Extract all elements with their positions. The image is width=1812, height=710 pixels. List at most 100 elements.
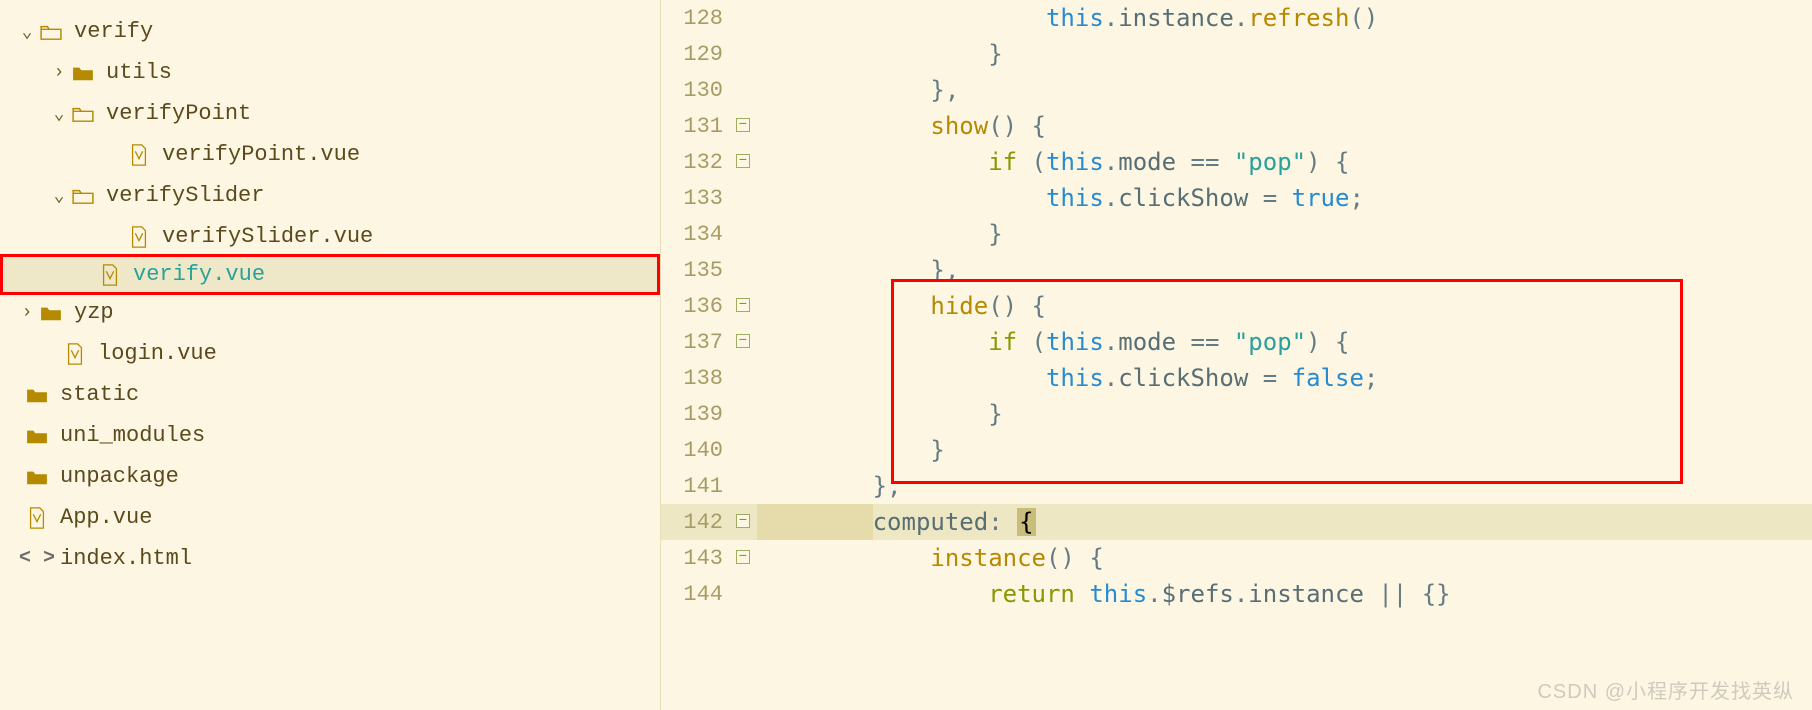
line-number: 129: [661, 42, 729, 67]
tree-item-unpackage[interactable]: unpackage: [0, 456, 660, 497]
code-content[interactable]: }: [757, 36, 1812, 72]
code-line[interactable]: 135 },: [661, 252, 1812, 288]
tree-item-main[interactable]: › main: [0, 0, 660, 11]
tree-item-verifyslider[interactable]: ⌄ verifySlider: [0, 175, 660, 216]
code-line[interactable]: 132− if (this.mode == "pop") {: [661, 144, 1812, 180]
tree-item-login-vue[interactable]: login.vue: [0, 333, 660, 374]
line-number: 132: [661, 150, 729, 175]
line-number: 142: [661, 510, 729, 535]
code-line[interactable]: 140 }: [661, 432, 1812, 468]
code-content[interactable]: this.instance.refresh(): [757, 0, 1812, 36]
tree-item-label: main: [98, 0, 151, 3]
chevron-down-icon[interactable]: ⌄: [16, 21, 38, 43]
code-line[interactable]: 136− hide() {: [661, 288, 1812, 324]
tree-item-label: verifyPoint: [106, 101, 251, 126]
code-content[interactable]: if (this.mode == "pop") {: [757, 144, 1812, 180]
chevron-down-icon[interactable]: ⌄: [48, 103, 70, 125]
code-content[interactable]: show() {: [757, 108, 1812, 144]
fold-open-icon[interactable]: −: [729, 547, 757, 570]
code-line[interactable]: 139 }: [661, 396, 1812, 432]
line-number: 138: [661, 366, 729, 391]
folder-closed-icon: [70, 64, 96, 82]
code-line[interactable]: 137− if (this.mode == "pop") {: [661, 324, 1812, 360]
line-number: 137: [661, 330, 729, 355]
fold-open-icon[interactable]: −: [729, 295, 757, 318]
tree-item-label: unpackage: [60, 464, 179, 489]
line-number: 136: [661, 294, 729, 319]
code-content[interactable]: return this.$refs.instance || {}: [757, 576, 1812, 612]
code-line[interactable]: 128 this.instance.refresh(): [661, 0, 1812, 36]
tree-item-label: static: [60, 382, 139, 407]
code-line[interactable]: 141 },: [661, 468, 1812, 504]
code-content[interactable]: if (this.mode == "pop") {: [757, 324, 1812, 360]
code-line[interactable]: 131− show() {: [661, 108, 1812, 144]
tree-item-yzp[interactable]: › yzp: [0, 292, 660, 333]
line-number: 144: [661, 582, 729, 607]
fold-open-icon[interactable]: −: [729, 511, 757, 534]
vue-file-icon: [24, 507, 50, 529]
code-content[interactable]: },: [757, 468, 1812, 504]
chevron-right-icon[interactable]: ›: [16, 303, 38, 323]
tree-item-verifypoint-vue[interactable]: verifyPoint.vue: [0, 134, 660, 175]
code-content[interactable]: computed: {: [757, 504, 1812, 540]
code-content[interactable]: this.clickShow = false;: [757, 360, 1812, 396]
code-content[interactable]: }: [757, 432, 1812, 468]
folder-open-icon: [38, 23, 64, 41]
code-content[interactable]: }: [757, 216, 1812, 252]
tree-item-label: index.html: [60, 546, 192, 571]
code-content[interactable]: }: [757, 396, 1812, 432]
tree-item-utils[interactable]: › utils: [0, 52, 660, 93]
tree-item-static[interactable]: static: [0, 374, 660, 415]
tree-item-label: verify.vue: [133, 262, 265, 287]
line-number: 143: [661, 546, 729, 571]
code-line[interactable]: 143− instance() {: [661, 540, 1812, 576]
code-line[interactable]: 130 },: [661, 72, 1812, 108]
vue-file-icon: [126, 144, 152, 166]
code-content[interactable]: hide() {: [757, 288, 1812, 324]
folder-closed-icon: [24, 386, 50, 404]
tree-item-label: verify: [74, 19, 153, 44]
line-number: 131: [661, 114, 729, 139]
tree-item-verify-vue[interactable]: verify.vue: [0, 254, 660, 295]
code-line[interactable]: 144 return this.$refs.instance || {}: [661, 576, 1812, 612]
code-content[interactable]: },: [757, 72, 1812, 108]
code-content[interactable]: this.clickShow = true;: [757, 180, 1812, 216]
tree-item-label: utils: [106, 60, 172, 85]
code-line[interactable]: 142− computed: {: [661, 504, 1812, 540]
code-editor[interactable]: 128 this.instance.refresh()129 }130 },13…: [661, 0, 1812, 710]
folder-closed-icon: [24, 468, 50, 486]
line-number: 141: [661, 474, 729, 499]
watermark-text: CSDN @小程序开发找英纵: [1537, 675, 1794, 704]
tree-item-verifypoint[interactable]: ⌄ verifyPoint: [0, 93, 660, 134]
tree-item-label: uni_modules: [60, 423, 205, 448]
tree-item-label: verifySlider.vue: [162, 224, 373, 249]
tree-item-label: App.vue: [60, 505, 152, 530]
code-content[interactable]: },: [757, 252, 1812, 288]
tree-item-verifyslider-vue[interactable]: verifySlider.vue: [0, 216, 660, 257]
tree-item-label: yzp: [74, 300, 114, 325]
file-tree-sidebar[interactable]: ›main⌄verify›utils⌄verifyPointverifyPoin…: [0, 0, 661, 710]
line-number: 128: [661, 6, 729, 31]
code-line[interactable]: 133 this.clickShow = true;: [661, 180, 1812, 216]
folder-closed-icon: [24, 427, 50, 445]
tree-item-index-html[interactable]: < >index.html: [0, 538, 660, 579]
code-line[interactable]: 129 }: [661, 36, 1812, 72]
tree-item-label: verifySlider: [106, 183, 264, 208]
chevron-down-icon[interactable]: ⌄: [48, 185, 70, 207]
chevron-right-icon[interactable]: ›: [40, 0, 62, 1]
tree-item-uni_modules[interactable]: uni_modules: [0, 415, 660, 456]
fold-open-icon[interactable]: −: [729, 115, 757, 138]
vue-file-icon: [97, 264, 123, 286]
tree-item-verify[interactable]: ⌄ verify: [0, 11, 660, 52]
line-number: 139: [661, 402, 729, 427]
folder-open-icon: [70, 105, 96, 123]
fold-open-icon[interactable]: −: [729, 151, 757, 174]
chevron-right-icon[interactable]: ›: [48, 63, 70, 83]
fold-open-icon[interactable]: −: [729, 331, 757, 354]
tree-item-app-vue[interactable]: App.vue: [0, 497, 660, 538]
code-content[interactable]: instance() {: [757, 540, 1812, 576]
line-number: 134: [661, 222, 729, 247]
code-line[interactable]: 134 }: [661, 216, 1812, 252]
vue-file-icon: [126, 226, 152, 248]
code-line[interactable]: 138 this.clickShow = false;: [661, 360, 1812, 396]
